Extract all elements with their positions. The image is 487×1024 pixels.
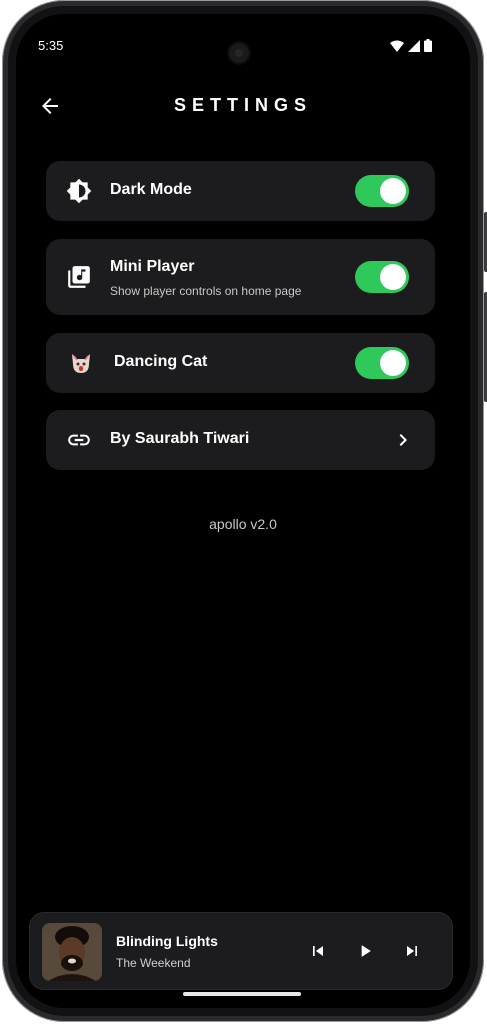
app-version: apollo v2.0 <box>209 516 277 532</box>
album-art-image <box>42 923 102 981</box>
page-title: SETTINGS <box>173 95 312 115</box>
link-icon <box>68 434 90 446</box>
toggle-knob <box>380 178 406 204</box>
toggle-knob <box>380 350 406 376</box>
home-indicator[interactable] <box>183 992 301 996</box>
setting-label: Dancing Cat <box>114 353 208 370</box>
mini-player-toggle[interactable] <box>355 261 409 293</box>
status-time: 5:35 <box>38 38 64 53</box>
front-camera <box>229 43 249 63</box>
status-icons <box>390 39 432 52</box>
setting-label: Mini Player <box>110 258 195 275</box>
skip-previous-icon[interactable] <box>308 941 328 961</box>
dancing-cat-toggle[interactable] <box>355 347 409 379</box>
wifi-icon <box>390 40 404 52</box>
setting-subtitle: Show player controls on home page <box>110 284 302 298</box>
setting-dark-mode[interactable]: Dark Mode <box>46 161 435 221</box>
toggle-knob <box>380 264 406 290</box>
setting-label: Dark Mode <box>110 181 192 198</box>
now-playing-artist: The Weekend <box>116 956 191 970</box>
mini-player[interactable]: Blinding Lights The Weekend <box>30 913 452 989</box>
app-screen: 5:35 SETTINGS Dark Mode Mini Player Show… <box>16 14 470 1008</box>
battery-icon <box>424 39 432 52</box>
skip-next-icon[interactable] <box>402 941 422 961</box>
setting-mini-player[interactable]: Mini Player Show player controls on home… <box>46 239 435 315</box>
dark-mode-toggle[interactable] <box>355 175 409 207</box>
album-art[interactable] <box>42 923 102 981</box>
setting-label: By Saurabh Tiwari <box>110 430 250 447</box>
library-music-icon <box>68 266 90 288</box>
setting-dancing-cat[interactable]: Dancing Cat <box>46 333 435 393</box>
cat-icon <box>72 354 90 373</box>
setting-author-link[interactable]: By Saurabh Tiwari <box>46 410 435 470</box>
play-icon[interactable] <box>355 941 375 961</box>
chevron-right-icon <box>399 434 407 446</box>
now-playing-title: Blinding Lights <box>116 933 218 949</box>
brightness-icon <box>66 178 92 204</box>
phone-frame: 5:35 SETTINGS Dark Mode Mini Player Show… <box>0 0 487 1024</box>
signal-icon <box>408 39 420 52</box>
